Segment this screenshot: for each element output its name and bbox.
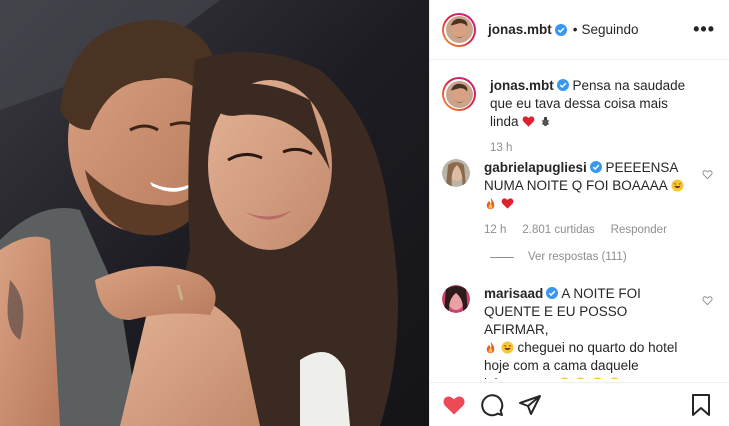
header-separator: •: [572, 22, 578, 37]
post-actions-bar: [430, 382, 729, 426]
fire-emoji-icon: [486, 197, 495, 210]
author-username[interactable]: jonas.mbt: [488, 22, 552, 37]
comments-list: jonas.mbt Pensa na saudade que eu tava d…: [430, 61, 729, 379]
comment-body: marisaad A NOITE FOI QUENTE E EU POSSO A…: [484, 285, 684, 379]
laughing-emoji-icon: [560, 377, 569, 379]
comment-item: marisaad A NOITE FOI QUENTE E EU POSSO A…: [442, 285, 717, 379]
fire-emoji-icon: [486, 341, 495, 354]
caption-body: jonas.mbt Pensa na saudade que eu tava d…: [490, 77, 690, 157]
more-options-icon[interactable]: •••: [693, 19, 715, 40]
comment-item: gabrielapugliesi PEEEENSA NUMA NOITE Q F…: [442, 159, 717, 239]
verified-badge-icon: [556, 79, 569, 91]
laughing-emoji-icon: [671, 179, 684, 192]
post-photo[interactable]: [0, 0, 429, 426]
comment-like-heart-icon[interactable]: [702, 169, 713, 180]
bug-emoji-icon: [541, 116, 550, 127]
red-heart-emoji-icon: [522, 116, 535, 127]
comment-meta: 12 h 2.801 curtidas Responder: [484, 221, 684, 239]
comment-likes[interactable]: 2.801 curtidas: [522, 221, 594, 239]
caption-avatar-image: [445, 80, 473, 108]
comment-timestamp[interactable]: 12 h: [484, 221, 506, 239]
instagram-post: jonas.mbt • Seguindo ••• jonas.mbt Pensa…: [0, 0, 729, 426]
share-icon[interactable]: [518, 393, 542, 417]
caption-username[interactable]: jonas.mbt: [490, 78, 554, 93]
caption-avatar[interactable]: [442, 77, 476, 111]
header-author-block: jonas.mbt • Seguindo: [488, 22, 639, 37]
bookmark-icon[interactable]: [689, 393, 713, 417]
caption-timestamp[interactable]: 13 h: [490, 139, 512, 157]
comment-icon[interactable]: [480, 393, 504, 417]
replies-divider: [490, 256, 514, 258]
caption: jonas.mbt Pensa na saudade que eu tava d…: [442, 77, 717, 157]
verified-badge-icon: [589, 161, 602, 173]
author-avatar-image: [445, 16, 473, 43]
laughing-emoji-icon: [576, 377, 585, 379]
laughing-emoji-icon: [593, 377, 602, 379]
comment-body: gabrielapugliesi PEEEENSA NUMA NOITE Q F…: [484, 159, 684, 239]
verified-badge-icon: [546, 287, 559, 299]
view-replies-label: Ver respostas (111): [528, 251, 627, 263]
author-avatar[interactable]: [442, 12, 476, 47]
post-photo-image: [0, 0, 429, 426]
following-button[interactable]: Seguindo: [582, 22, 639, 37]
post-side-panel: jonas.mbt • Seguindo ••• jonas.mbt Pensa…: [429, 0, 729, 426]
laughing-emoji-icon: [501, 341, 514, 354]
laughing-emoji-icon: [610, 377, 619, 379]
commenter-avatar[interactable]: [442, 285, 470, 313]
heart-icon[interactable]: [442, 393, 466, 417]
verified-badge-icon: [554, 23, 567, 36]
commenter-avatar[interactable]: [442, 159, 470, 187]
commenter-username[interactable]: gabrielapugliesi: [484, 160, 587, 175]
caption-meta: 13 h: [490, 139, 690, 157]
reply-button[interactable]: Responder: [611, 221, 667, 239]
red-heart-emoji-icon: [501, 198, 514, 209]
comment-like-heart-icon[interactable]: [702, 295, 713, 306]
commenter-username[interactable]: marisaad: [484, 286, 543, 301]
view-replies-button[interactable]: Ver respostas (111): [490, 251, 627, 263]
post-header: jonas.mbt • Seguindo •••: [430, 0, 729, 60]
